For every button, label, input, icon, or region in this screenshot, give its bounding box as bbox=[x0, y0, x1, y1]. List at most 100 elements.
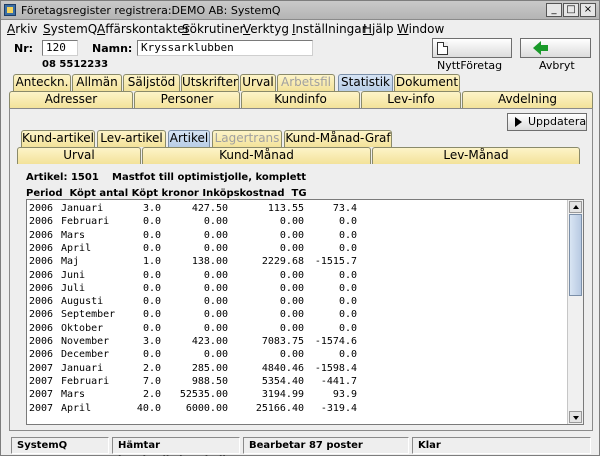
cell-kr: 0.00 bbox=[203, 282, 228, 294]
cell-kr: 0.00 bbox=[203, 322, 228, 334]
table-row[interactable]: 2006 November 3.0 423.00 7083.75 -1574.6 bbox=[27, 335, 567, 348]
cell-cost: 3194.99 bbox=[261, 389, 304, 401]
subtab-lev-artikel[interactable]: Lev-artikel bbox=[97, 130, 166, 147]
tab-allman[interactable]: Allmän bbox=[72, 74, 122, 91]
cell-qty: 0.0 bbox=[142, 229, 161, 241]
table-row[interactable]: 2006 Maj 1.0 138.00 2229.68 -1515.7 bbox=[27, 255, 567, 268]
cell-kr: 6000.00 bbox=[185, 402, 228, 414]
tab-personer[interactable]: Personer bbox=[134, 91, 240, 108]
menu-hjalp[interactable]: Hjälp bbox=[363, 22, 394, 36]
cell-month: Februari bbox=[61, 375, 110, 387]
cell-year: 2006 bbox=[29, 336, 54, 347]
menu-arkiv[interactable]: Arkiv bbox=[7, 22, 38, 36]
cell-month: Oktober bbox=[61, 322, 104, 334]
vertical-scrollbar[interactable] bbox=[567, 200, 583, 424]
cell-month: Februari bbox=[61, 216, 110, 228]
article-number: Artikel: 1501 bbox=[26, 172, 99, 183]
menu-installningar[interactable]: Inställningar bbox=[292, 22, 367, 36]
tab-anteckn[interactable]: Anteckn. bbox=[13, 74, 71, 91]
cell-year: 2006 bbox=[29, 296, 54, 308]
cell-tg: 0.0 bbox=[338, 282, 357, 294]
subtab-lev-manad[interactable]: Lev-Månad bbox=[372, 147, 580, 164]
table-row[interactable]: 2006 Mars 0.0 0.00 0.00 0.0 bbox=[27, 229, 567, 242]
cell-cost: 4840.46 bbox=[261, 362, 304, 374]
name-label: Namn: bbox=[92, 42, 133, 55]
scroll-thumb[interactable] bbox=[569, 214, 582, 296]
tab-saljstod[interactable]: Säljstöd bbox=[123, 74, 180, 91]
tab-utskrifter[interactable]: Utskrifter bbox=[181, 74, 239, 91]
app-icon bbox=[4, 4, 16, 16]
menu-sokrutiner[interactable]: Sökrutiner bbox=[182, 22, 244, 36]
cell-tg: 0.0 bbox=[338, 296, 357, 308]
scroll-up-icon[interactable] bbox=[569, 201, 582, 213]
title-bar[interactable]: Företagsregister registrera:DEMO AB: Sys… bbox=[1, 1, 599, 20]
table-row[interactable]: 2006 Juli 0.0 0.00 0.00 0.0 bbox=[27, 282, 567, 295]
menu-window[interactable]: Window bbox=[397, 22, 444, 36]
cell-month: Januari bbox=[61, 362, 104, 374]
table-row[interactable]: 2006 Juni 0.0 0.00 0.00 0.0 bbox=[27, 269, 567, 282]
table-row[interactable]: 2006 September 0.0 0.00 0.00 0.0 bbox=[27, 308, 567, 321]
subtab-kund-manad[interactable]: Kund-Månad bbox=[142, 147, 371, 164]
cell-year: 2006 bbox=[29, 349, 54, 361]
menu-systemq[interactable]: SystemQ bbox=[43, 22, 97, 36]
cell-qty: 0.0 bbox=[142, 269, 161, 281]
menu-verktyg[interactable]: Verktyg bbox=[243, 22, 289, 36]
minimize-button[interactable]: _ bbox=[546, 3, 562, 17]
cell-qty: 3.0 bbox=[142, 336, 161, 347]
tab-lev-info[interactable]: Lev-info bbox=[361, 91, 461, 108]
cancel-label: Avbryt bbox=[539, 59, 575, 72]
cell-cost: 0.00 bbox=[279, 309, 304, 321]
back-arrow-icon bbox=[533, 41, 548, 55]
article-description: Mastfot till optimistjolle, komplett bbox=[112, 172, 307, 183]
cell-tg: 0.0 bbox=[338, 242, 357, 254]
subtab-urval[interactable]: Urval bbox=[17, 147, 141, 164]
company-header: Nr: 120 Namn: Kryssarklubben 08 5512233 … bbox=[1, 38, 599, 72]
tab-statistik[interactable]: Statistik bbox=[338, 74, 393, 91]
cell-cost: 0.00 bbox=[279, 322, 304, 334]
cell-tg: 0.0 bbox=[338, 229, 357, 241]
cell-tg: -1515.7 bbox=[314, 256, 357, 268]
new-company-button[interactable]: NyttFöretag bbox=[432, 38, 512, 72]
tab-kundinfo[interactable]: Kundinfo bbox=[241, 91, 360, 108]
subtab-kund-artikel[interactable]: Kund-artikel bbox=[21, 130, 95, 147]
cell-kr: 423.00 bbox=[191, 336, 228, 347]
subtab-kund-manad-graf[interactable]: Kund-Månad-Graf bbox=[284, 130, 392, 147]
cell-month: Augusti bbox=[61, 296, 104, 308]
table-row[interactable]: 2007 Januari 2.0 285.00 4840.46 -1598.4 bbox=[27, 362, 567, 375]
table-row[interactable]: 2007 April 40.0 6000.00 25166.40 -319.4 bbox=[27, 402, 567, 415]
menu-affarskontakter[interactable]: Affärskontakter bbox=[97, 22, 190, 36]
tab-urval[interactable]: Urval bbox=[240, 74, 276, 91]
cell-qty: 3.0 bbox=[142, 203, 161, 214]
main-window: Företagsregister registrera:DEMO AB: Sys… bbox=[0, 0, 600, 456]
table-row[interactable]: 2006 Oktober 0.0 0.00 0.00 0.0 bbox=[27, 322, 567, 335]
table-row[interactable]: 2007 Februari 7.0 988.50 5354.40 -441.7 bbox=[27, 375, 567, 388]
update-button[interactable]: Uppdatera bbox=[507, 113, 587, 131]
close-button[interactable]: × bbox=[580, 3, 596, 17]
table-row[interactable]: 2006 Februari 0.0 0.00 0.00 0.0 bbox=[27, 215, 567, 228]
cell-kr: 988.50 bbox=[191, 375, 228, 387]
cell-kr: 0.00 bbox=[203, 242, 228, 254]
cell-tg: -1598.4 bbox=[314, 362, 357, 374]
cell-qty: 0.0 bbox=[142, 216, 161, 228]
table-row[interactable]: 2006 April 0.0 0.00 0.00 0.0 bbox=[27, 242, 567, 255]
tab-dokument[interactable]: Dokument bbox=[394, 74, 460, 91]
cell-kr: 52535.00 bbox=[179, 389, 228, 401]
column-headers: Period Köpt antal Köpt kronor Inköpskost… bbox=[26, 188, 307, 199]
name-field[interactable]: Kryssarklubben bbox=[137, 40, 313, 56]
cancel-button[interactable]: Avbryt bbox=[520, 38, 591, 72]
statistics-table[interactable]: 2006 Januari 3.0 427.50 113.55 73.4 2006 Februa… bbox=[26, 199, 584, 425]
tab-avdelning[interactable]: Avdelning bbox=[462, 91, 593, 108]
table-row[interactable]: 2006 December 0.0 0.00 0.00 0.0 bbox=[27, 348, 567, 361]
update-label: Uppdatera bbox=[528, 115, 587, 128]
scroll-down-icon[interactable] bbox=[569, 411, 582, 423]
tab-adresser[interactable]: Adresser bbox=[9, 91, 133, 108]
table-row[interactable]: 2006 Januari 3.0 427.50 113.55 73.4 bbox=[27, 202, 567, 215]
table-row[interactable]: 2006 Augusti 0.0 0.00 0.00 0.0 bbox=[27, 295, 567, 308]
cell-qty: 0.0 bbox=[142, 282, 161, 294]
cell-kr: 285.00 bbox=[191, 362, 228, 374]
nr-field[interactable]: 120 bbox=[42, 40, 78, 56]
maximize-button[interactable]: □ bbox=[563, 3, 579, 17]
subtab-artikel[interactable]: Artikel bbox=[168, 130, 210, 147]
table-row[interactable]: 2007 Mars 2.0 52535.00 3194.99 93.9 bbox=[27, 388, 567, 401]
cell-cost: 0.00 bbox=[279, 216, 304, 228]
